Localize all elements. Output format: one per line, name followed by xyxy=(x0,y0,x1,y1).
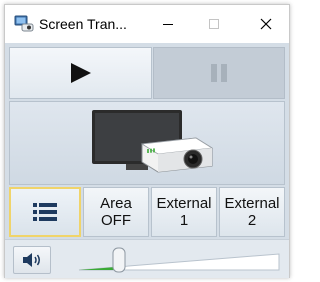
mode-selector: Area OFF External 1 External 2 xyxy=(9,187,285,237)
external-2-number: 2 xyxy=(247,212,257,229)
control-panel: Area OFF External 1 External 2 xyxy=(5,43,289,278)
screen-transfer-app-icon xyxy=(14,15,34,32)
external-1-label: External xyxy=(156,195,212,212)
play-button[interactable] xyxy=(9,47,152,99)
close-button[interactable] xyxy=(243,5,289,43)
pause-icon xyxy=(211,64,227,82)
close-icon xyxy=(260,18,272,30)
external-2-button[interactable]: External 2 xyxy=(219,187,285,237)
speaker-icon xyxy=(23,253,40,267)
area-state: OFF xyxy=(101,212,131,229)
maximize-icon xyxy=(209,19,219,29)
maximize-button[interactable] xyxy=(191,5,237,43)
play-icon xyxy=(70,63,91,83)
external-1-button[interactable]: External 1 xyxy=(151,187,217,237)
volume-thumb[interactable] xyxy=(112,247,126,273)
minimize-icon xyxy=(163,24,173,25)
external-1-number: 1 xyxy=(179,212,189,229)
screen-transfer-window: Screen Tran... Area OFF External 1 Exter… xyxy=(4,4,290,278)
display-and-projector-icon xyxy=(92,110,214,173)
pause-button[interactable] xyxy=(153,47,285,99)
device-status-panel xyxy=(9,101,285,185)
volume-bar xyxy=(5,239,289,278)
title-bar[interactable]: Screen Tran... xyxy=(5,5,289,43)
list-icon xyxy=(33,203,57,221)
list-mode-button[interactable] xyxy=(9,187,81,237)
window-title: Screen Tran... xyxy=(39,16,127,32)
mute-button[interactable] xyxy=(13,246,51,274)
volume-slider[interactable] xyxy=(69,244,283,276)
area-label: Area xyxy=(100,195,132,212)
minimize-button[interactable] xyxy=(145,5,191,43)
area-off-button[interactable]: Area OFF xyxy=(83,187,149,237)
external-2-label: External xyxy=(224,195,280,212)
